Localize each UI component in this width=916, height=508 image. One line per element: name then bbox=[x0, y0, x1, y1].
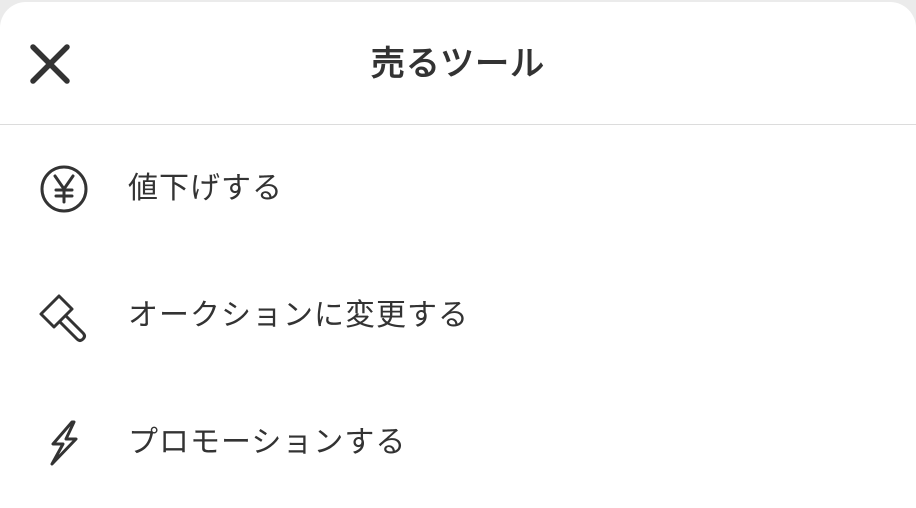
page-title: 売るツール bbox=[370, 44, 546, 84]
sell-tools-menu: 値下げする オークションに変更する プロモーションする bbox=[0, 125, 916, 506]
menu-item-change-to-auction[interactable]: オークションに変更する bbox=[0, 252, 916, 379]
lightning-icon bbox=[36, 415, 92, 471]
menu-item-label: 値下げする bbox=[128, 170, 283, 206]
menu-item-label: オークションに変更する bbox=[128, 297, 469, 333]
sell-tools-sheet: 売るツール 値下げする オークションに変更する プロモーションする bbox=[0, 2, 916, 508]
menu-item-price-down[interactable]: 値下げする bbox=[0, 125, 916, 252]
sheet-header: 売るツール bbox=[0, 2, 916, 125]
yen-circle-icon bbox=[36, 161, 92, 217]
gavel-icon bbox=[36, 288, 92, 344]
menu-item-label: プロモーションする bbox=[128, 424, 407, 460]
menu-item-promotion[interactable]: プロモーションする bbox=[0, 379, 916, 506]
